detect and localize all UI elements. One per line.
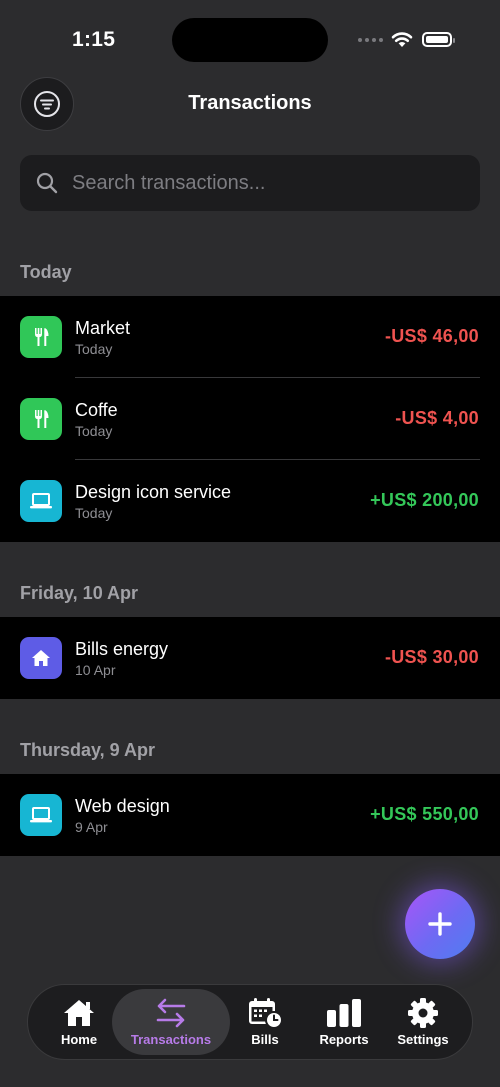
calendar-clock-icon bbox=[249, 998, 283, 1029]
transaction-group-thursday: Web design 9 Apr +US$ 550,00 bbox=[0, 774, 500, 856]
section-header-friday: Friday, 10 Apr bbox=[20, 583, 139, 603]
search-input[interactable] bbox=[72, 155, 472, 211]
tab-settings[interactable]: Settings bbox=[390, 985, 456, 1059]
section-header-thursday: Thursday, 9 Apr bbox=[20, 740, 156, 760]
dynamic-island bbox=[172, 18, 328, 62]
laptop-icon bbox=[20, 480, 62, 522]
status-time: 1:15 bbox=[72, 28, 116, 51]
transaction-date: 9 Apr bbox=[75, 819, 108, 835]
wifi-icon bbox=[391, 32, 413, 47]
transaction-amount: -US$ 4,00 bbox=[395, 408, 479, 428]
cellular-signal-icon bbox=[358, 38, 383, 42]
tab-transactions[interactable]: Transactions bbox=[112, 989, 230, 1055]
tab-reports[interactable]: Reports bbox=[311, 985, 377, 1059]
bar-chart-icon bbox=[327, 999, 361, 1027]
transaction-amount: +US$ 550,00 bbox=[370, 804, 479, 824]
tab-label: Home bbox=[60, 1032, 98, 1047]
fork-knife-icon bbox=[20, 398, 62, 440]
transfer-arrows-icon bbox=[156, 998, 186, 1028]
section-header-today: Today bbox=[20, 262, 72, 282]
transaction-date: 10 Apr bbox=[75, 662, 116, 678]
transaction-title: Web design bbox=[75, 796, 170, 816]
transaction-row-bills-energy[interactable]: Bills energy 10 Apr -US$ 30,00 bbox=[0, 617, 500, 699]
tab-label: Transactions bbox=[130, 1032, 212, 1047]
tab-bar: Home Transactions Bills Reports Settings bbox=[27, 984, 473, 1060]
tab-label: Reports bbox=[319, 1032, 369, 1047]
transaction-group-friday: Bills energy 10 Apr -US$ 30,00 bbox=[0, 617, 500, 699]
battery-icon bbox=[422, 32, 455, 47]
transaction-row-design-icon-service[interactable]: Design icon service Today +US$ 200,00 bbox=[0, 460, 500, 542]
add-transaction-button[interactable] bbox=[405, 889, 475, 959]
transaction-amount: -US$ 30,00 bbox=[384, 647, 479, 667]
transaction-title: Market bbox=[75, 318, 131, 338]
transaction-date: Today bbox=[75, 423, 113, 439]
transaction-row-market[interactable]: Market Today -US$ 46,00 bbox=[0, 296, 500, 378]
transaction-row-coffe[interactable]: Coffe Today -US$ 4,00 bbox=[0, 378, 500, 460]
tab-label: Bills bbox=[251, 1032, 279, 1047]
tab-bills[interactable]: Bills bbox=[234, 985, 296, 1059]
gear-icon bbox=[408, 998, 438, 1028]
search-bar[interactable] bbox=[20, 155, 480, 211]
transaction-date: Today bbox=[75, 341, 113, 357]
status-bar: 1:15 bbox=[0, 0, 500, 80]
tab-home[interactable]: Home bbox=[47, 985, 111, 1059]
transaction-date: Today bbox=[75, 505, 113, 521]
transaction-group-today: Market Today -US$ 46,00 Coffe Today -US$… bbox=[0, 296, 500, 542]
laptop-icon bbox=[20, 794, 62, 836]
transaction-amount: +US$ 200,00 bbox=[370, 490, 479, 510]
fork-knife-icon bbox=[20, 316, 62, 358]
tab-label: Settings bbox=[397, 1032, 449, 1047]
transaction-amount: -US$ 46,00 bbox=[384, 326, 479, 346]
plus-icon bbox=[428, 912, 452, 936]
transaction-title: Coffe bbox=[75, 400, 118, 420]
transaction-row-web-design[interactable]: Web design 9 Apr +US$ 550,00 bbox=[0, 774, 500, 856]
home-icon bbox=[20, 637, 62, 679]
transaction-title: Bills energy bbox=[75, 639, 169, 659]
page-title: Transactions bbox=[188, 92, 312, 114]
search-icon bbox=[36, 172, 58, 194]
transaction-title: Design icon service bbox=[75, 482, 232, 502]
home-icon bbox=[64, 1000, 94, 1026]
